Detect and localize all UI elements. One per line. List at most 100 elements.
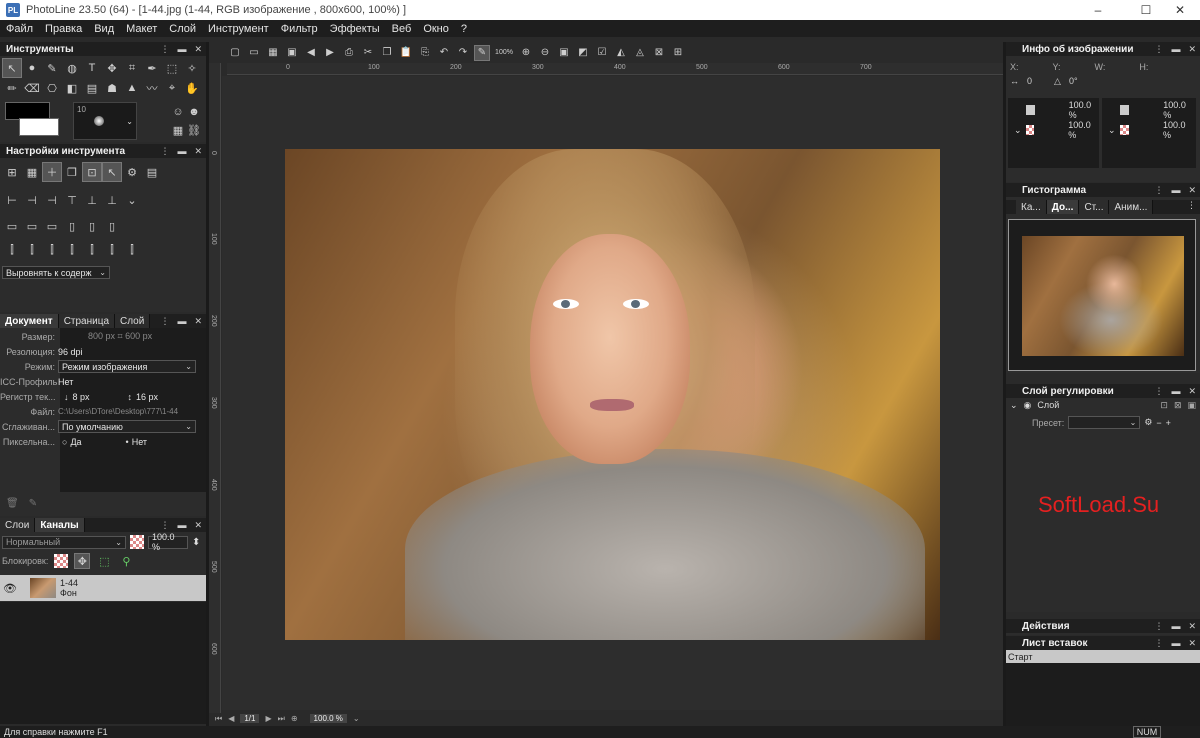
new-page-icon[interactable]: ▭ bbox=[246, 45, 262, 61]
menu-layout[interactable]: Макет bbox=[120, 23, 163, 35]
bucket-tool-icon[interactable]: ◧ bbox=[62, 78, 82, 98]
eyedropper-tool-icon[interactable]: ⌖ bbox=[162, 78, 182, 98]
radio-yes[interactable]: ○ bbox=[62, 437, 67, 447]
menu-web[interactable]: Веб bbox=[386, 23, 418, 35]
copy-icon[interactable]: ❐ bbox=[379, 45, 395, 61]
panel-close-icon[interactable]: ✕ bbox=[1188, 621, 1196, 632]
panel-close-icon[interactable]: ✕ bbox=[194, 520, 202, 531]
cat-icon[interactable]: ☻ bbox=[184, 102, 204, 122]
panel-menu-icon[interactable]: ⋮ bbox=[1154, 185, 1163, 196]
text-tool-icon[interactable]: T bbox=[82, 58, 102, 78]
align-left-icon[interactable]: ⊢ bbox=[2, 190, 22, 210]
align-bottom-icon[interactable]: ⊥ bbox=[102, 190, 122, 210]
color-swatches[interactable] bbox=[5, 102, 59, 136]
tab-layer[interactable]: Слой bbox=[115, 314, 151, 328]
panel-menu-icon[interactable]: ⋮ bbox=[1154, 638, 1163, 649]
space-1-icon[interactable]: ⫿ bbox=[2, 240, 22, 260]
tab-channels-hist[interactable]: Ка... bbox=[1016, 200, 1047, 214]
space-2-icon[interactable]: ⫿ bbox=[22, 240, 42, 260]
save-icon[interactable]: ▣ bbox=[284, 45, 300, 61]
lock-size-icon[interactable]: ⬚ bbox=[96, 553, 112, 569]
panel-minimize-icon[interactable]: ▬ bbox=[1171, 638, 1180, 648]
grid2-icon[interactable]: ▤ bbox=[142, 162, 162, 182]
panel-menu-icon[interactable]: ⋮ bbox=[1154, 386, 1163, 397]
align-top-icon[interactable]: ⊤ bbox=[62, 190, 82, 210]
snap-mode-icon[interactable]: ⊡ bbox=[82, 162, 102, 182]
next-page-icon[interactable]: ▶ bbox=[322, 45, 338, 61]
panel-minimize-icon[interactable]: ▬ bbox=[177, 44, 186, 54]
lock-move-icon[interactable]: ✥ bbox=[74, 553, 91, 569]
menu-file[interactable]: Файл bbox=[0, 23, 39, 35]
eraser-tool-icon[interactable]: ⌫ bbox=[22, 78, 42, 98]
panel-minimize-icon[interactable]: ▬ bbox=[1171, 386, 1180, 396]
pointer-mode-icon[interactable]: ↖ bbox=[102, 162, 122, 182]
menu-help[interactable]: ? bbox=[455, 23, 473, 35]
film-icon[interactable]: ▦ bbox=[265, 45, 281, 61]
tab-animation-hist[interactable]: Аним... bbox=[1109, 200, 1154, 214]
pencil-tool-icon[interactable]: ✏ bbox=[2, 78, 22, 98]
align-vcenter-icon[interactable]: ⊥ bbox=[82, 190, 102, 210]
link-icon[interactable]: ⛓ bbox=[184, 120, 204, 140]
levels-icon[interactable]: ◬ bbox=[632, 45, 648, 61]
paste2-icon[interactable]: ⎘ bbox=[417, 45, 433, 61]
panel-close-icon[interactable]: ✕ bbox=[194, 44, 202, 55]
pipette-icon[interactable]: ✎ bbox=[474, 44, 490, 61]
grid-toggle-icon[interactable]: ⊞ bbox=[670, 45, 686, 61]
ellipse-tool-icon[interactable]: ● bbox=[22, 58, 42, 78]
distribute-6-icon[interactable]: ▯ bbox=[102, 216, 122, 236]
transform-icon[interactable]: ⊞ bbox=[2, 162, 22, 182]
menu-edit[interactable]: Правка bbox=[39, 23, 88, 35]
menu-effects[interactable]: Эффекты bbox=[324, 23, 386, 35]
panel-menu-icon[interactable]: ⋮ bbox=[160, 146, 169, 157]
layer-row[interactable]: 👁 1-44 Фон bbox=[0, 575, 206, 601]
panel-menu-icon[interactable]: ⋮ bbox=[1154, 621, 1163, 632]
panel-close-icon[interactable]: ✕ bbox=[194, 316, 202, 327]
undo-icon[interactable]: ↶ bbox=[436, 45, 452, 61]
brush-tool-icon[interactable]: ✎ bbox=[42, 58, 62, 78]
panel-minimize-icon[interactable]: ▬ bbox=[1171, 44, 1180, 54]
distribute-3-icon[interactable]: ▭ bbox=[42, 216, 62, 236]
space-4-icon[interactable]: ⫿ bbox=[62, 240, 82, 260]
first-page-icon[interactable]: ◀ bbox=[303, 45, 319, 61]
preset-dropdown[interactable]: ⌄ bbox=[1068, 416, 1141, 429]
stamp-tool-icon[interactable]: ⎔ bbox=[42, 78, 62, 98]
align-dropdown-icon[interactable]: ⌄ bbox=[122, 190, 142, 210]
first-page-icon[interactable]: ⏮ bbox=[215, 714, 222, 724]
distribute-2-icon[interactable]: ▭ bbox=[22, 216, 42, 236]
minimize-button[interactable]: – bbox=[1078, 0, 1118, 20]
space-7-icon[interactable]: ⫿ bbox=[122, 240, 142, 260]
wand-tool-icon[interactable]: ✧ bbox=[182, 58, 202, 78]
move-tool-icon[interactable]: ✥ bbox=[102, 58, 122, 78]
settings-gear-icon[interactable]: ⚙ bbox=[1144, 417, 1152, 428]
sphere-tool-icon[interactable]: ◍ bbox=[62, 58, 82, 78]
prev-page-icon[interactable]: ◀ bbox=[228, 714, 234, 723]
settings-gear-icon[interactable]: ⚙ bbox=[122, 162, 142, 182]
menu-filter[interactable]: Фильтр bbox=[275, 23, 324, 35]
lock-transparency-icon[interactable] bbox=[54, 554, 69, 568]
eye-small-icon[interactable]: ◉ bbox=[1024, 400, 1032, 411]
align-hcenter-icon[interactable]: ⊣ bbox=[22, 190, 42, 210]
zoom-in-icon[interactable]: ⊕ bbox=[518, 45, 534, 61]
chevron-down-icon[interactable]: ⌄ bbox=[1014, 125, 1022, 136]
menu-tool[interactable]: Инструмент bbox=[202, 23, 275, 35]
panel-minimize-icon[interactable]: ▬ bbox=[177, 316, 186, 327]
menu-layer[interactable]: Слой bbox=[163, 23, 202, 35]
panel-minimize-icon[interactable]: ▬ bbox=[1171, 185, 1180, 195]
new-adjust-icon[interactable]: ⊡ bbox=[1160, 400, 1168, 411]
fit-icon[interactable]: ▣ bbox=[556, 45, 572, 61]
panel-close-icon[interactable]: ✕ bbox=[1188, 638, 1196, 649]
print-icon[interactable]: ⎙ bbox=[341, 45, 357, 61]
redo-icon[interactable]: ↷ bbox=[455, 45, 471, 61]
radio-no[interactable]: • bbox=[126, 437, 129, 447]
remove-icon[interactable]: − bbox=[1156, 418, 1161, 428]
layers-mode-icon[interactable]: ❐ bbox=[62, 162, 82, 182]
space-3-icon[interactable]: ⫿ bbox=[42, 240, 62, 260]
tab-document[interactable]: Документ bbox=[0, 314, 59, 328]
brush-preset[interactable]: 10 ⌄ bbox=[73, 102, 137, 140]
distribute-1-icon[interactable]: ▭ bbox=[2, 216, 22, 236]
lock-pin-icon[interactable]: ⚲ bbox=[118, 553, 134, 569]
text-register-value1[interactable]: 8 px bbox=[73, 392, 90, 402]
last-page-icon[interactable]: ⏭ bbox=[278, 714, 285, 724]
panel-close-icon[interactable]: ✕ bbox=[1188, 386, 1196, 397]
panel-menu-icon[interactable]: ⋮ bbox=[160, 44, 169, 55]
